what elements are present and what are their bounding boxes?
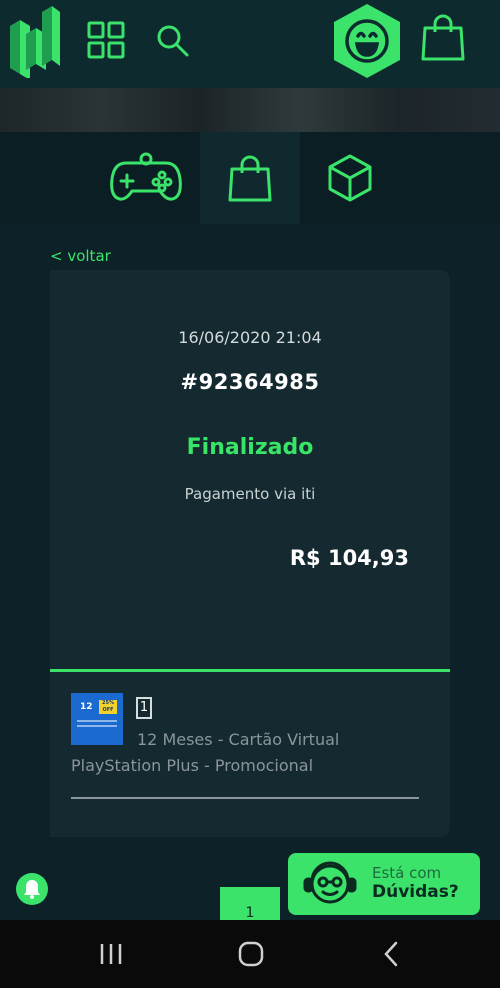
system-nav-bar <box>0 920 500 988</box>
divider <box>50 669 450 672</box>
recent-apps-icon <box>100 944 122 964</box>
category-tabs <box>0 132 500 224</box>
order-status: Finalizado <box>186 435 314 460</box>
product-name-line2: PlayStation Plus - Promocional <box>71 756 314 775</box>
page-indicator[interactable]: 1 <box>220 887 280 923</box>
back-link[interactable]: < voltar <box>50 247 111 265</box>
help-line1: Está com <box>372 864 442 882</box>
grid-icon[interactable] <box>86 20 126 60</box>
help-button[interactable]: Está com Dúvidas? <box>288 853 480 915</box>
back-arrow-icon <box>384 941 398 967</box>
logo-icon[interactable] <box>8 4 60 80</box>
tab-games[interactable] <box>96 132 196 224</box>
product-thumbnail[interactable]: 12 25% OFF <box>71 693 123 745</box>
recent-apps-button[interactable] <box>71 920 151 988</box>
thumb-badge: 25% OFF <box>99 700 117 714</box>
gamepad-icon <box>110 152 182 201</box>
product-name-line1: 12 Meses - Cartão Virtual <box>137 730 340 749</box>
item-separator <box>71 797 419 799</box>
shopping-bag-icon[interactable] <box>420 12 466 62</box>
support-agent-icon <box>303 861 357 904</box>
thumb-line <box>77 720 117 722</box>
back-button[interactable] <box>351 920 431 988</box>
order-total: R$ 104,93 <box>289 546 409 570</box>
cube-icon <box>328 154 372 202</box>
thumb-label: 12 <box>80 702 93 712</box>
top-bar <box>0 0 500 88</box>
payment-method: Pagamento via iti <box>184 485 316 503</box>
order-date: 16/06/2020 21:04 <box>178 328 322 347</box>
help-line2: Dúvidas? <box>372 882 459 902</box>
order-number: #92364985 <box>180 370 320 394</box>
home-icon <box>238 941 264 967</box>
tab-orders[interactable] <box>200 132 300 224</box>
shopping-bag-icon <box>228 155 272 202</box>
notification-button[interactable] <box>16 873 48 905</box>
bell-icon <box>24 880 40 899</box>
home-button[interactable] <box>211 920 291 988</box>
order-card: 16/06/2020 21:04 #92364985 Finalizado Pa… <box>50 270 450 837</box>
search-icon[interactable] <box>156 24 190 58</box>
thumb-line <box>77 725 117 727</box>
quantity-badge: 1 <box>136 697 152 719</box>
profile-avatar-button[interactable] <box>332 2 402 80</box>
banner-image <box>0 88 500 132</box>
tab-products[interactable] <box>300 132 400 224</box>
